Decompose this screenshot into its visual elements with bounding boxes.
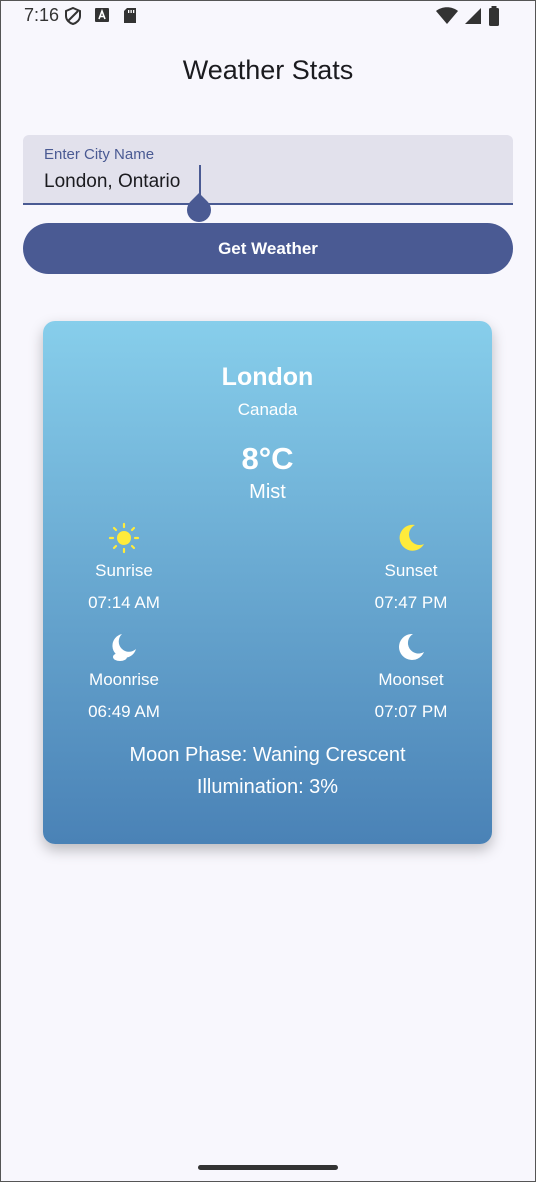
get-weather-button[interactable]: Get Weather <box>23 223 513 274</box>
sunset-label: Sunset <box>384 561 438 580</box>
illumination: Illumination: 3% <box>196 776 339 798</box>
moon-phase: Moon Phase: Waning Crescent <box>129 744 406 766</box>
signal-icon <box>465 8 481 24</box>
moonrise-label: Moonrise <box>89 670 159 689</box>
city-name-label: Enter City Name <box>44 146 155 163</box>
sunset-block: Sunset 07:47 PM <box>351 521 471 613</box>
moonset-block: Moonset 07:07 PM <box>351 630 471 722</box>
moonset-icon <box>399 633 424 660</box>
moonset-time: 07:07 PM <box>374 702 448 721</box>
country-name: Canada <box>237 400 298 419</box>
crescent-moon-icon <box>399 524 424 551</box>
moonrise-icon <box>112 634 136 661</box>
text-caret <box>199 165 201 197</box>
moonrise-time: 06:49 AM <box>88 702 160 721</box>
city-name-input[interactable]: London, Ontario <box>44 171 180 193</box>
battery-icon <box>489 6 499 26</box>
weather-condition: Mist <box>249 481 286 503</box>
weather-card: London Canada 8°C Mist Sunrise 07:14 AM … <box>43 321 492 844</box>
moonset-label: Moonset <box>378 670 444 689</box>
shield-icon <box>65 7 81 25</box>
wifi-icon <box>436 7 458 24</box>
sunrise-label: Sunrise <box>95 561 153 580</box>
text-a-icon <box>95 8 109 22</box>
status-time: 7:16 <box>24 5 60 25</box>
city-name-field[interactable]: Enter City Name London, Ontario <box>23 135 513 205</box>
sunset-time: 07:47 PM <box>374 593 448 612</box>
sunrise-block: Sunrise 07:14 AM <box>64 521 184 613</box>
sd-card-icon <box>124 8 136 23</box>
sun-icon <box>108 522 140 554</box>
home-indicator[interactable] <box>198 1165 338 1170</box>
temperature: 8°C <box>241 441 294 476</box>
city-name: London <box>221 363 314 391</box>
moonrise-block: Moonrise 06:49 AM <box>64 630 184 722</box>
page-title: Weather Stats <box>182 55 354 85</box>
status-bar: 7:16 <box>0 0 536 32</box>
sunrise-time: 07:14 AM <box>88 593 160 612</box>
